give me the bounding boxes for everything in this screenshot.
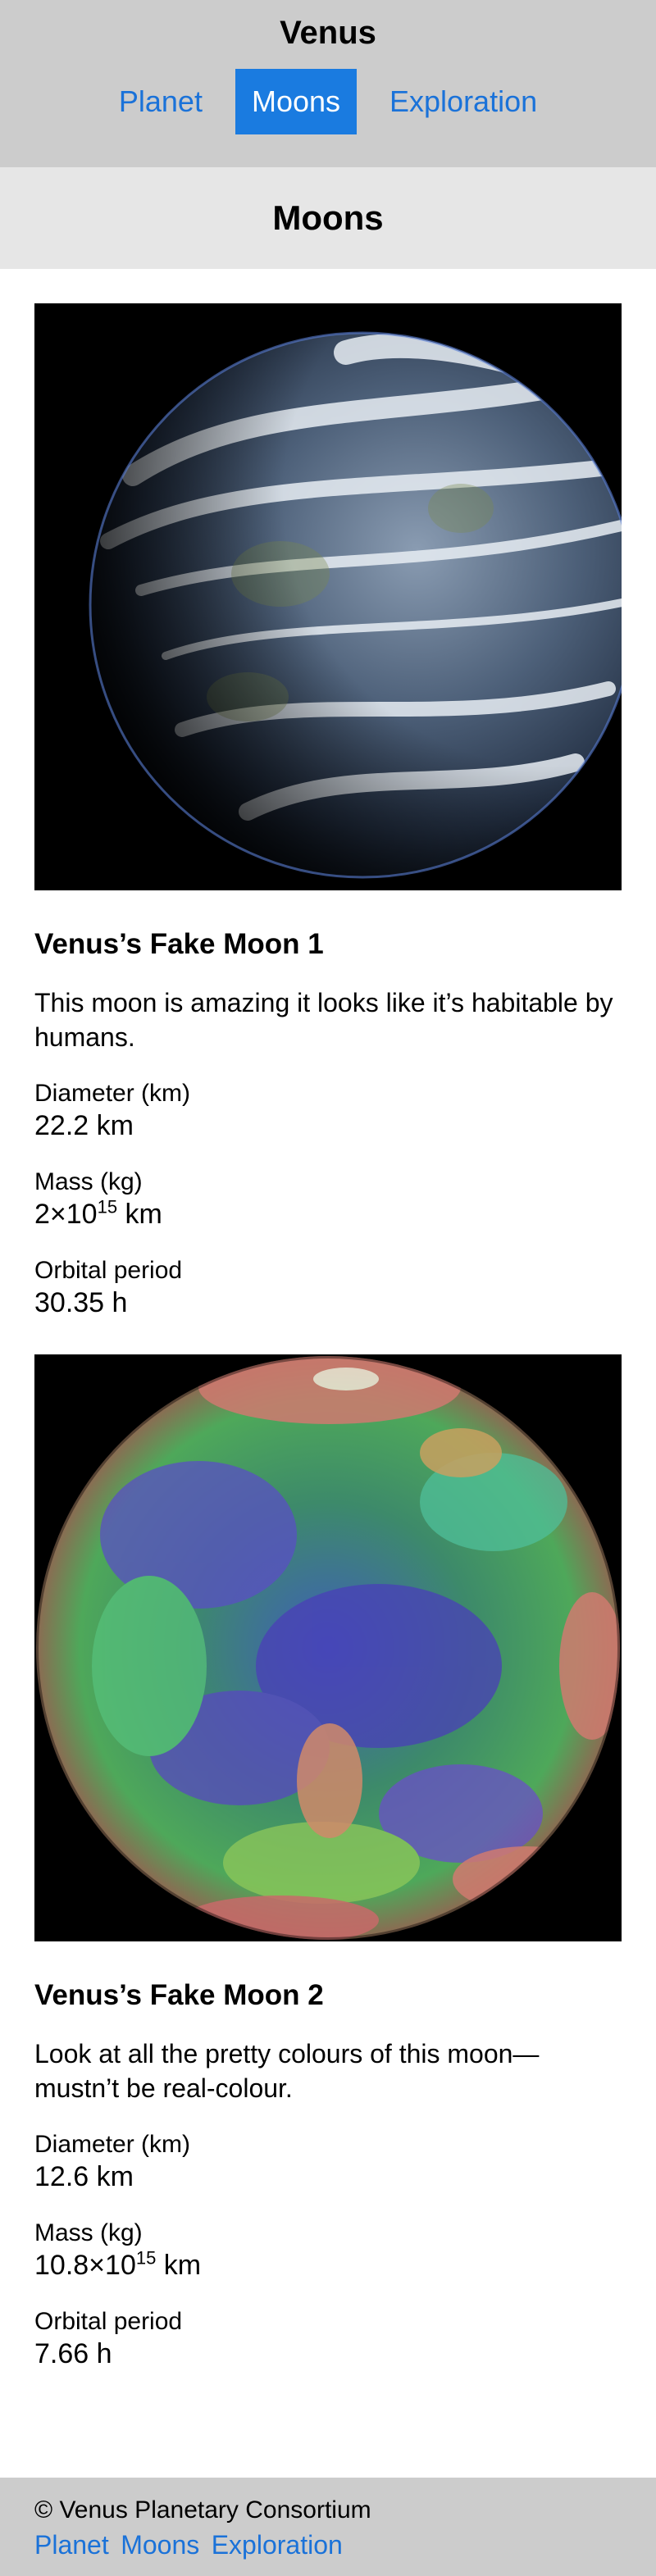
stat-value: 7.66 h (34, 2338, 112, 2369)
site-footer: © Venus Planetary Consortium Planet Moon… (0, 2478, 656, 2576)
stat-diameter: Diameter (km) 12.6 km (34, 2130, 622, 2194)
stat-value: 12.6 km (34, 2161, 134, 2192)
footer-link-planet[interactable]: Planet (34, 2530, 109, 2560)
copyright-text: © Venus Planetary Consortium (34, 2496, 371, 2524)
moon-description: Look at all the pretty colours of this m… (34, 2039, 540, 2103)
mass-unit: km (156, 2250, 202, 2281)
stat-label: Mass (kg) (34, 1168, 143, 1195)
mass-exponent: 15 (97, 1196, 118, 1217)
stat-label: Mass (kg) (34, 2219, 143, 2246)
page-title-band: Moons (0, 167, 656, 269)
stat-orbital-period: Orbital period 30.35 h (34, 1256, 622, 1320)
stat-label: Diameter (km) (34, 2131, 191, 2158)
page-title: Moons (272, 198, 384, 237)
stat-mass: Mass (kg) 2×1015 km (34, 1167, 622, 1231)
mass-base: 2×10 (34, 1199, 98, 1230)
stat-label: Orbital period (34, 1257, 183, 1284)
moons-list: Venus’s Fake Moon 1 This moon is amazing… (0, 269, 656, 2371)
main-nav: Planet Moons Exploration (0, 69, 656, 134)
footer-link-moons[interactable]: Moons (121, 2530, 199, 2560)
nav-link-planet[interactable]: Planet (102, 69, 219, 134)
site-header: Venus Planet Moons Exploration (0, 0, 656, 167)
nav-link-moons[interactable]: Moons (235, 69, 358, 134)
mass-exponent: 15 (135, 2247, 157, 2269)
mass-base: 10.8×10 (34, 2250, 136, 2281)
stat-value: 2×1015 km (34, 1197, 622, 1231)
site-title: Venus (280, 15, 376, 51)
moon-card: Venus’s Fake Moon 2 Look at all the pret… (34, 1354, 622, 2371)
stat-diameter: Diameter (km) 22.2 km (34, 1079, 622, 1143)
moon-image (34, 303, 622, 890)
mass-unit: km (117, 1199, 162, 1230)
stat-mass: Mass (kg) 10.8×1015 km (34, 2219, 622, 2282)
moon-image (34, 1354, 622, 1941)
moon-name: Venus’s Fake Moon 2 (34, 1979, 324, 2011)
stat-value: 10.8×1015 km (34, 2248, 622, 2282)
footer-nav: Planet Moons Exploration (34, 2530, 622, 2560)
moon-description: This moon is amazing it looks like it’s … (34, 988, 613, 1052)
stat-value: 22.2 km (34, 1110, 134, 1141)
moon-card: Venus’s Fake Moon 1 This moon is amazing… (34, 303, 622, 1320)
stat-orbital-period: Orbital period 7.66 h (34, 2307, 622, 2371)
nav-link-exploration[interactable]: Exploration (373, 69, 554, 134)
stat-label: Orbital period (34, 2308, 183, 2335)
stat-value: 30.35 h (34, 1287, 128, 1318)
stat-label: Diameter (km) (34, 1080, 191, 1107)
footer-link-exploration[interactable]: Exploration (212, 2530, 343, 2560)
moon-name: Venus’s Fake Moon 1 (34, 928, 324, 960)
